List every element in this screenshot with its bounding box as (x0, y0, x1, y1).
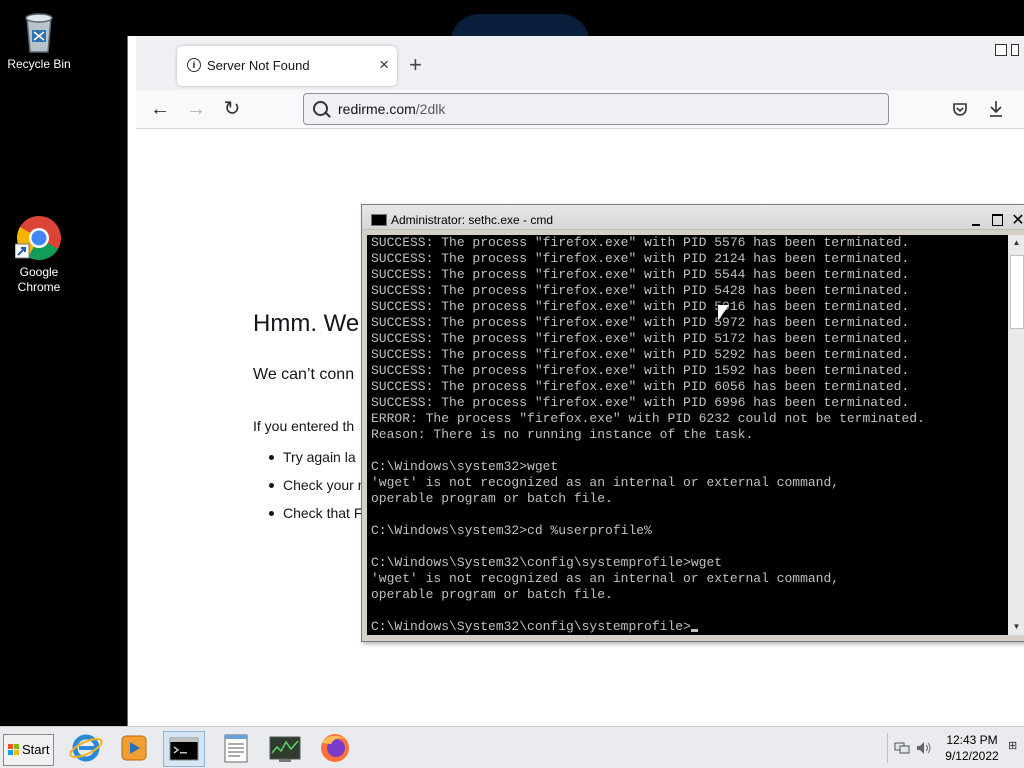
console-line: SUCCESS: The process "firefox.exe" with … (371, 363, 910, 378)
forward-button[interactable]: → (184, 97, 208, 121)
task-manager-icon (269, 736, 301, 762)
taskbar-task-manager[interactable] (265, 731, 305, 765)
system-tray (887, 733, 936, 763)
desktop-icon-label: Google Chrome (17, 265, 61, 294)
network-icon[interactable] (894, 741, 910, 755)
restore-icon[interactable] (995, 44, 1007, 56)
console-line: Reason: There is no running instance of … (371, 427, 754, 442)
cmd-title-bar[interactable]: Administrator: sethc.exe - cmd ✕ (362, 205, 1024, 230)
scroll-down-icon[interactable]: ▼ (1008, 620, 1024, 634)
error-title: Hmm. We (253, 310, 360, 337)
vertical-scrollbar[interactable]: ▲ ▼ (1008, 235, 1024, 635)
scroll-thumb[interactable] (1010, 255, 1024, 329)
taskbar-cmd[interactable] (163, 731, 205, 767)
firefox-icon (321, 734, 349, 762)
console-line: 'wget' is not recognized as an internal … (371, 475, 840, 490)
console-line: SUCCESS: The process "firefox.exe" with … (371, 267, 910, 282)
list-item: Check your n (269, 471, 365, 499)
reload-button[interactable]: ↻ (220, 97, 244, 121)
cmd-icon (169, 737, 199, 761)
clock-time: 12:43 PM (946, 733, 998, 747)
desktop-icon-recycle-bin[interactable]: Recycle Bin (1, 8, 77, 72)
clock-date: 9/12/2022 (945, 749, 999, 763)
error-body: If you entered th (253, 418, 355, 434)
desktop-icon-label: Recycle Bin (7, 57, 71, 71)
taskbar-media-player[interactable] (114, 731, 154, 765)
minimize-button[interactable] (967, 213, 985, 228)
console-line: 'wget' is not recognized as an internal … (371, 571, 840, 586)
taskbar-internet-explorer[interactable] (66, 731, 106, 765)
console-line: SUCCESS: The process "firefox.exe" with … (371, 283, 910, 298)
console-line: C:\Windows\system32>wget (371, 459, 559, 474)
console-icon (371, 214, 387, 226)
show-desktop-icon[interactable]: ⊞ (1008, 739, 1017, 752)
cmd-title: Administrator: sethc.exe - cmd (391, 213, 554, 227)
notepad-icon (224, 734, 248, 763)
console-line: C:\Windows\System32\config\systemprofile… (371, 555, 723, 570)
url-bar[interactable]: redirme.com/2dlk (303, 93, 889, 125)
url-path: /2dlk (415, 101, 446, 117)
taskbar: Start 12:43 PM 9/12/2022 ⊞ (0, 726, 1024, 768)
window-caption-buttons (995, 44, 1024, 58)
scroll-up-icon[interactable]: ▲ (1008, 236, 1024, 250)
new-tab-button[interactable]: + (409, 54, 422, 76)
recycle-bin-icon (25, 13, 53, 53)
desktop-icon-chrome[interactable]: Google Chrome (1, 214, 77, 295)
taskbar-notepad[interactable] (216, 731, 256, 765)
error-subtitle: We can’t conn (253, 366, 355, 383)
clock[interactable]: 12:43 PM 9/12/2022 (938, 732, 1006, 764)
start-label: Start (22, 742, 50, 757)
close-button[interactable]: ✕ (1009, 213, 1024, 229)
start-button[interactable]: Start (3, 734, 54, 766)
tab-title: Server Not Found (207, 58, 310, 73)
console-output[interactable]: SUCCESS: The process "firefox.exe" with … (367, 235, 1008, 635)
console-line: SUCCESS: The process "firefox.exe" with … (371, 235, 910, 250)
navigation-toolbar: ← → ↻ redirme.com/2dlk (136, 90, 1024, 129)
internet-explorer-icon (69, 734, 103, 762)
close-tab-icon[interactable]: × (379, 55, 389, 75)
console-line: SUCCESS: The process "firefox.exe" with … (371, 251, 910, 266)
search-icon (313, 101, 328, 116)
download-icon[interactable] (988, 100, 1004, 118)
console-prompt: C:\Windows\System32\config\systemprofile… (371, 619, 691, 634)
console-line: ERROR: The process "firefox.exe" with PI… (371, 411, 925, 426)
media-player-icon (121, 735, 147, 761)
list-item: Check that F (269, 499, 365, 527)
console-line: SUCCESS: The process "firefox.exe" with … (371, 379, 910, 394)
volume-icon[interactable] (916, 741, 932, 755)
error-suggestions: Try again la Check your n Check that F (269, 443, 365, 527)
console-line: SUCCESS: The process "firefox.exe" with … (371, 315, 910, 330)
list-item: Try again la (269, 443, 365, 471)
url-host: redirme.com (338, 101, 416, 117)
console-line: C:\Windows\system32>cd %userprofile% (371, 523, 652, 538)
url-text: redirme.com/2dlk (338, 101, 445, 117)
console-line: SUCCESS: The process "firefox.exe" with … (371, 299, 910, 314)
console-line: operable program or batch file. (371, 587, 613, 602)
text-cursor (690, 629, 698, 632)
close-icon[interactable] (1011, 44, 1019, 56)
chrome-icon (15, 216, 61, 260)
info-icon: i (187, 58, 201, 72)
console-lines: SUCCESS: The process "firefox.exe" with … (371, 235, 925, 635)
desktop: Recycle Bin Google Chrome i Server Not F… (0, 0, 1024, 768)
console-line: SUCCESS: The process "firefox.exe" with … (371, 395, 910, 410)
windows-logo-icon (8, 744, 20, 756)
maximize-button[interactable] (988, 213, 1006, 228)
tab-server-not-found[interactable]: i Server Not Found × (177, 46, 397, 86)
mouse-pointer-icon (718, 305, 729, 321)
tab-bar: i Server Not Found × + (136, 36, 1024, 90)
console-prompt-line: C:\Windows\System32\config\systemprofile… (371, 619, 925, 635)
pocket-icon[interactable] (952, 101, 968, 117)
console-line: SUCCESS: The process "firefox.exe" with … (371, 331, 910, 346)
back-button[interactable]: ← (148, 97, 172, 121)
console-line: operable program or batch file. (371, 491, 613, 506)
console-line: SUCCESS: The process "firefox.exe" with … (371, 347, 910, 362)
taskbar-firefox[interactable] (315, 731, 355, 765)
cmd-window: Administrator: sethc.exe - cmd ✕ SUCCESS… (361, 204, 1024, 642)
